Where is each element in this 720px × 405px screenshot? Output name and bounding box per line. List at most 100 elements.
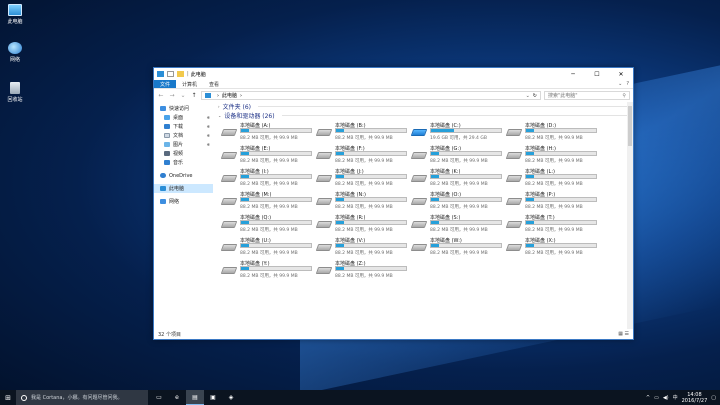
desktop-icon-recycle-bin[interactable]: 回收站 (2, 82, 28, 103)
tab-file[interactable]: 文件 (154, 80, 177, 88)
pin-icon: ✱ (206, 115, 210, 120)
vertical-scrollbar[interactable] (627, 102, 633, 329)
refresh-icon[interactable]: ↻ (533, 93, 537, 99)
drive-tile[interactable]: 本地磁盘 (H:) 88.2 MB 可用，共 99.9 MB (505, 145, 599, 165)
drive-tile[interactable]: 本地磁盘 (U:) 88.2 MB 可用，共 99.9 MB (220, 237, 314, 257)
back-button[interactable]: ← (157, 92, 165, 99)
hard-drive-icon (220, 129, 238, 136)
sidebar-item-this-pc[interactable]: 此电脑 (154, 184, 213, 193)
group-header-folders[interactable]: › 文件夹 (6) (218, 102, 633, 111)
address-trail-chevron[interactable]: › (240, 93, 242, 99)
file-explorer-icon[interactable]: ▤ (186, 390, 204, 405)
tab-view[interactable]: 查看 (203, 80, 225, 88)
drive-free-space: 88.2 MB 可用，共 99.9 MB (240, 274, 298, 279)
sidebar-item-network[interactable]: 网络 (154, 197, 213, 206)
ribbon-expand-icon[interactable]: ⌄ (618, 81, 622, 87)
desktop-icon-network[interactable]: 网络 (2, 42, 28, 63)
drive-usage-bar (525, 197, 597, 202)
cortana-search-box[interactable]: 我是 Cortana，小娜。有问题尽管问我。 (16, 390, 148, 405)
volume-icon[interactable]: ◀) (663, 395, 669, 401)
forward-button[interactable]: → (168, 92, 176, 99)
action-center-icon[interactable]: ▢ (711, 395, 716, 401)
view-toggle-buttons[interactable]: ▦ ☰ (618, 331, 629, 337)
new-folder-icon[interactable] (177, 71, 184, 77)
address-dropdown-icon[interactable]: ⌄ (526, 93, 530, 99)
taskbar: ⊞ 我是 Cortana，小娜。有问题尽管问我。 ▭ e ▤ ▣ ◈ ^ ▭ ◀) 中 … (0, 390, 720, 405)
sidebar-item-downloads[interactable]: 下载 ✱ (154, 122, 213, 131)
properties-icon[interactable] (167, 71, 174, 77)
scrollbar-thumb[interactable] (628, 106, 632, 146)
help-icon[interactable]: ? (626, 81, 629, 87)
start-button[interactable]: ⊞ (0, 390, 16, 405)
drive-tile[interactable]: 本地磁盘 (I:) 88.2 MB 可用，共 99.9 MB (220, 168, 314, 188)
drive-tile[interactable]: 本地磁盘 (G:) 88.2 MB 可用，共 99.9 MB (410, 145, 504, 165)
drive-tile[interactable]: 本地磁盘 (T:) 88.2 MB 可用，共 99.9 MB (505, 214, 599, 234)
drive-usage-bar (335, 266, 407, 271)
drive-usage-fill (241, 129, 250, 132)
drive-tile[interactable]: 本地磁盘 (K:) 88.2 MB 可用，共 99.9 MB (410, 168, 504, 188)
sidebar-item-desktop[interactable]: 桌面 ✱ (154, 113, 213, 122)
drive-tile[interactable]: 本地磁盘 (Z:) 88.2 MB 可用，共 99.9 MB (315, 260, 409, 280)
minimize-button[interactable]: ─ (561, 68, 585, 80)
drive-tile[interactable]: 本地磁盘 (F:) 88.2 MB 可用，共 99.9 MB (315, 145, 409, 165)
app-icon[interactable]: ◈ (222, 390, 240, 405)
group-header-drives[interactable]: ⌄ 设备和驱动器 (26) (218, 111, 633, 120)
drive-tile[interactable]: 本地磁盘 (B:) 88.2 MB 可用，共 99.9 MB (315, 122, 409, 142)
drive-usage-fill (526, 129, 535, 132)
clock[interactable]: 14:08 2016/7/27 (682, 392, 708, 404)
drive-usage-fill (431, 221, 440, 224)
search-input[interactable]: 搜索"此电脑" ⚲ (544, 91, 630, 100)
sidebar-item-label: 视频 (173, 151, 184, 157)
hard-drive-icon (315, 244, 333, 251)
sidebar-item-documents[interactable]: 文档 ✱ (154, 131, 213, 140)
sidebar-item-videos[interactable]: 视频 (154, 149, 213, 158)
up-button[interactable]: ↑ (190, 92, 198, 99)
network-status-icon[interactable]: ▭ (654, 395, 659, 401)
system-tray: ^ ▭ ◀) 中 14:08 2016/7/27 ▢ (646, 392, 720, 404)
drive-tile[interactable]: 本地磁盘 (L:) 88.2 MB 可用，共 99.9 MB (505, 168, 599, 188)
drive-tile[interactable]: 本地磁盘 (C:) 19.6 GB 可用，共 29.4 GB (410, 122, 504, 142)
drive-tile[interactable]: 本地磁盘 (N:) 88.2 MB 可用，共 99.9 MB (315, 191, 409, 211)
sidebar-item-onedrive[interactable]: OneDrive (154, 171, 213, 180)
drive-tile[interactable]: 本地磁盘 (V:) 88.2 MB 可用，共 99.9 MB (315, 237, 409, 257)
drive-tile[interactable]: 本地磁盘 (O:) 88.2 MB 可用，共 99.9 MB (410, 191, 504, 211)
address-location[interactable]: 此电脑 (222, 92, 237, 99)
drive-tile[interactable]: 本地磁盘 (R:) 88.2 MB 可用，共 99.9 MB (315, 214, 409, 234)
ribbon-tabs: 文件 计算机 查看 ⌄ ? (154, 80, 633, 89)
drive-usage-bar (335, 128, 407, 133)
address-bar[interactable]: › 此电脑 › ⌄ ↻ (201, 91, 541, 100)
tab-computer[interactable]: 计算机 (176, 80, 203, 88)
input-method-indicator[interactable]: 中 (673, 394, 678, 401)
drive-tile[interactable]: 本地磁盘 (S:) 88.2 MB 可用，共 99.9 MB (410, 214, 504, 234)
store-icon[interactable]: ▣ (204, 390, 222, 405)
drive-tile[interactable]: 本地磁盘 (J:) 88.2 MB 可用，共 99.9 MB (315, 168, 409, 188)
recent-locations-button[interactable]: ⌄ (179, 92, 187, 99)
hard-drive-icon (505, 198, 523, 205)
tray-expand-icon[interactable]: ^ (646, 395, 650, 401)
desktop-icon-this-pc[interactable]: 此电脑 (2, 4, 28, 25)
sidebar-item-quick-access[interactable]: 快速访问 (154, 104, 213, 113)
drive-tile[interactable]: 本地磁盘 (Q:) 88.2 MB 可用，共 99.9 MB (220, 214, 314, 234)
sidebar-item-pictures[interactable]: 图片 ✱ (154, 140, 213, 149)
this-pc-icon (8, 4, 22, 16)
drive-usage-fill (336, 152, 345, 155)
drive-usage-bar (240, 174, 312, 179)
drive-usage-fill (336, 267, 345, 270)
drive-tile[interactable]: 本地磁盘 (E:) 88.2 MB 可用，共 99.9 MB (220, 145, 314, 165)
drive-tile[interactable]: 本地磁盘 (M:) 88.2 MB 可用，共 99.9 MB (220, 191, 314, 211)
drive-usage-fill (336, 221, 345, 224)
drive-usage-bar (240, 266, 312, 271)
drive-tile[interactable]: 本地磁盘 (W:) 88.2 MB 可用，共 99.9 MB (410, 237, 504, 257)
task-view-icon[interactable]: ▭ (150, 390, 168, 405)
drive-tile[interactable]: 本地磁盘 (P:) 88.2 MB 可用，共 99.9 MB (505, 191, 599, 211)
sidebar-item-music[interactable]: 音乐 (154, 158, 213, 167)
edge-icon[interactable]: e (168, 390, 186, 405)
drive-tile[interactable]: 本地磁盘 (X:) 88.2 MB 可用，共 99.9 MB (505, 237, 599, 257)
taskbar-apps: ▭ e ▤ ▣ ◈ (150, 390, 240, 405)
drive-tile[interactable]: 本地磁盘 (Y:) 88.2 MB 可用，共 99.9 MB (220, 260, 314, 280)
title-bar[interactable]: | 此电脑 ─ ☐ ✕ (154, 68, 633, 80)
maximize-button[interactable]: ☐ (585, 68, 609, 80)
drive-tile[interactable]: 本地磁盘 (D:) 88.2 MB 可用，共 99.9 MB (505, 122, 599, 142)
drive-tile[interactable]: 本地磁盘 (A:) 88.2 MB 可用，共 99.9 MB (220, 122, 314, 142)
close-button[interactable]: ✕ (609, 68, 633, 80)
